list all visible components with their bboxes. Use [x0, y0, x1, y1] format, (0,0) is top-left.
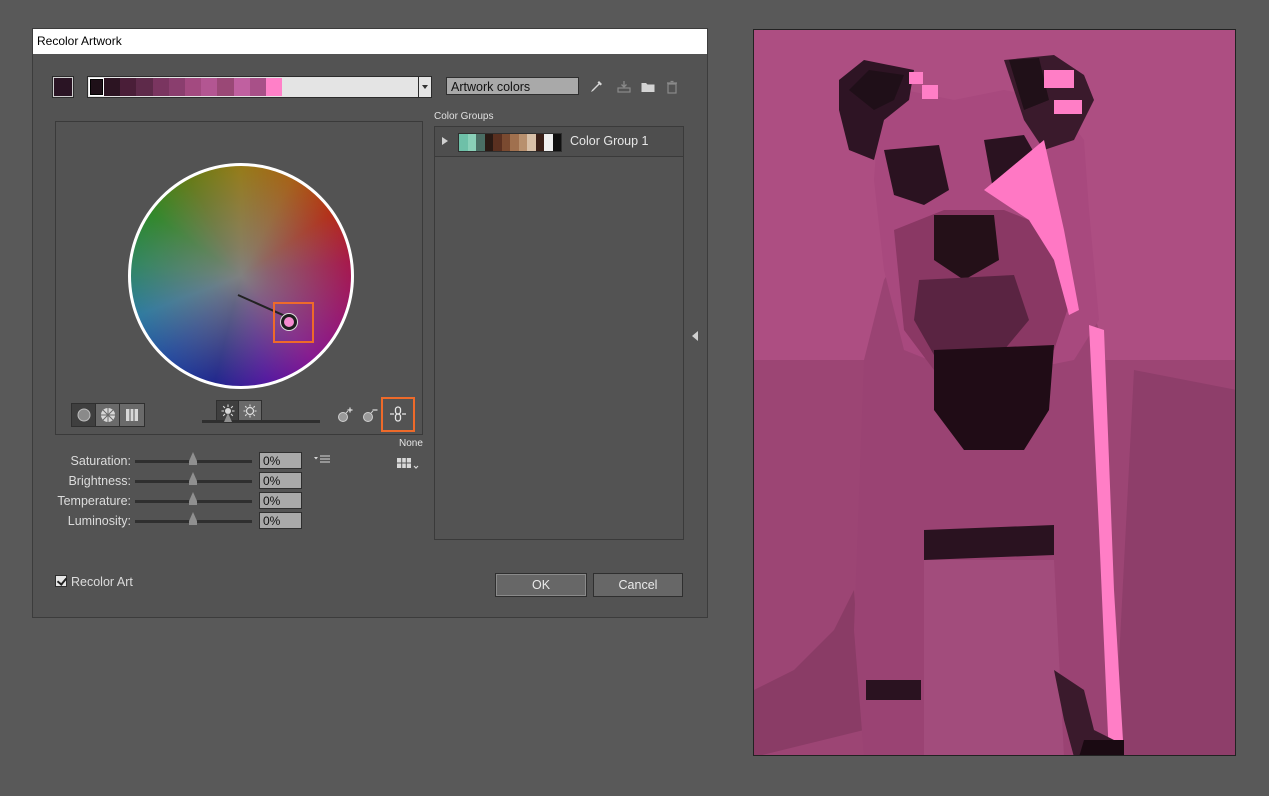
cancel-button[interactable]: Cancel [593, 573, 683, 597]
limit-label: None [399, 438, 423, 449]
check-icon [56, 575, 68, 586]
folder-icon[interactable] [640, 79, 656, 95]
saturation-value[interactable]: 0% [259, 452, 302, 469]
harmony-color-cell[interactable] [152, 78, 169, 96]
harmony-color-cell[interactable] [89, 78, 104, 96]
ok-button[interactable]: OK [495, 573, 587, 597]
harmony-color-cell[interactable] [184, 78, 202, 96]
luminosity-value[interactable]: 0% [259, 512, 302, 529]
harmony-color-cell[interactable] [265, 78, 283, 96]
color-wheel-smooth-icon [77, 408, 90, 422]
luminosity-row: Luminosity: 0% [33, 512, 333, 530]
smooth-wheel-button[interactable] [72, 404, 96, 426]
wheel-display-mode-group [71, 403, 145, 427]
temperature-label: Temperature: [57, 494, 131, 508]
current-color-swatch[interactable] [53, 77, 73, 97]
saturation-thumb[interactable] [189, 452, 197, 461]
segmented-wheel-button[interactable] [96, 404, 120, 426]
group-color-cell [501, 134, 510, 151]
saturation-label: Saturation: [70, 454, 131, 468]
wheel-adjust-mode-group [216, 400, 262, 421]
color-groups-panel: Color Group 1 [434, 126, 684, 540]
brightness-thumb-base [189, 481, 197, 485]
group-color-cell [527, 134, 536, 151]
collapse-arrow-icon[interactable] [692, 331, 698, 341]
harmony-color-cell[interactable] [136, 78, 153, 96]
harmony-color-cell[interactable] [168, 78, 185, 96]
harmony-rules-dropdown[interactable] [418, 76, 432, 98]
luminosity-label: Luminosity: [67, 514, 131, 528]
dialog-title: Recolor Artwork [33, 29, 707, 54]
trash-icon[interactable] [664, 79, 680, 95]
marker-highlight-box [273, 302, 314, 343]
temperature-value[interactable]: 0% [259, 492, 302, 509]
grid-limit-icon[interactable] [396, 457, 420, 471]
brightness-row: Brightness: 0% [33, 472, 333, 490]
harmony-colors-strip[interactable] [87, 76, 432, 98]
harmony-color-cell[interactable] [217, 78, 234, 96]
eyedropper-icon[interactable] [588, 79, 604, 95]
harmony-color-cell[interactable] [249, 78, 266, 96]
chevron-down-icon [422, 85, 428, 89]
slider-menu-icon[interactable] [313, 454, 331, 464]
expand-arrow-icon[interactable] [442, 137, 448, 145]
color-wheel[interactable] [128, 163, 354, 389]
add-color-tool-icon[interactable] [336, 406, 354, 424]
color-bars-button[interactable] [120, 404, 144, 426]
group-color-cell [552, 134, 561, 151]
artwork-canvas[interactable] [753, 29, 1236, 756]
color-wheel-segmented-icon [100, 408, 115, 422]
group-color-cell [467, 134, 476, 151]
harmony-color-cell[interactable] [233, 78, 250, 96]
remove-color-tool-icon[interactable] [361, 406, 379, 424]
harmony-color-cell[interactable] [104, 78, 121, 96]
harmony-strip-cells [89, 78, 283, 96]
color-groups-label: Color Groups [434, 111, 494, 122]
group-color-cell [484, 134, 493, 151]
saturation-thumb-base [189, 461, 197, 465]
recolor-art-checkbox[interactable] [55, 575, 68, 587]
brightness-value[interactable]: 0% [259, 472, 302, 489]
color-wheel-panel [55, 121, 423, 435]
wheel-brightness-slider[interactable] [202, 420, 320, 423]
recolor-artwork-dialog: Recolor Artwork Artwork colors None Satu… [32, 28, 708, 618]
recolored-artwork-image [754, 30, 1235, 755]
color-group-name: Color Group 1 [570, 134, 649, 148]
harmony-color-cell[interactable] [120, 78, 137, 96]
color-group-name-field[interactable]: Artwork colors [446, 77, 579, 95]
group-color-cell [544, 134, 553, 151]
save-group-icon[interactable] [616, 79, 632, 95]
group-color-cell [476, 134, 485, 151]
wheel-brightness-thumb[interactable] [224, 413, 232, 422]
group-color-cell [518, 134, 527, 151]
temperature-row: Temperature: 0% [33, 492, 333, 510]
luminosity-thumb[interactable] [189, 512, 197, 521]
luminosity-thumb-base [189, 521, 197, 525]
color-group-row[interactable]: Color Group 1 [435, 127, 683, 157]
color-bars-icon [126, 409, 138, 421]
brightness-thumb[interactable] [189, 472, 197, 481]
color-group-swatches [458, 133, 562, 152]
harmony-color-cell[interactable] [201, 78, 218, 96]
hue-saturation-icon [243, 404, 257, 417]
link-button-highlight-box [381, 397, 415, 432]
brightness-label: Brightness: [68, 474, 131, 488]
group-color-cell [493, 134, 502, 151]
recolor-art-label: Recolor Art [71, 575, 133, 589]
temperature-thumb-base [189, 501, 197, 505]
group-color-cell [510, 134, 519, 151]
group-color-cell [535, 134, 544, 151]
saturation-mode-button[interactable] [239, 401, 261, 420]
group-color-cell [459, 134, 468, 151]
saturation-row: Saturation: 0% [33, 452, 333, 470]
temperature-thumb[interactable] [189, 492, 197, 501]
